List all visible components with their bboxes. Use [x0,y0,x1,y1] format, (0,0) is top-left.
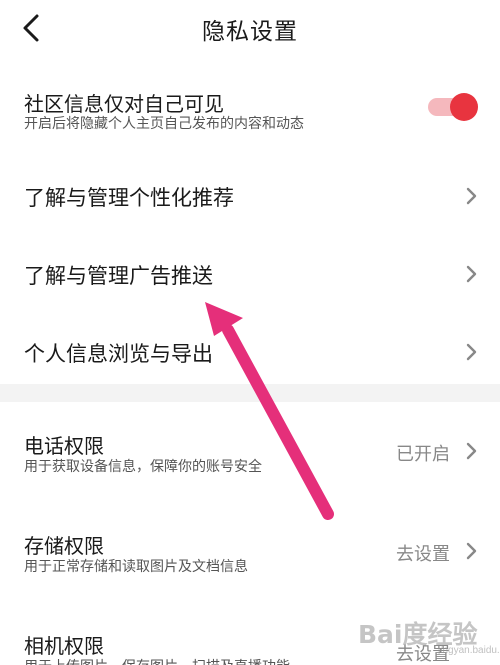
community-visibility-row[interactable]: 社区信息仅对自己可见 开启后将隐藏个人主页自己发布的内容和动态 [0,80,500,142]
header: 隐私设置 [0,0,500,56]
storage-permission-row[interactable]: 存储权限 用于正常存储和读取图片及文档信息 去设置 [0,520,500,584]
permission-subtitle: 用于上传图片、保存图片、扫描及直播功能 [24,656,290,665]
permission-title: 电话权限 [24,436,104,458]
ad-push-row[interactable]: 了解与管理广告推送 [0,244,500,304]
chevron-right-icon [466,265,477,283]
phone-permission-row[interactable]: 电话权限 用于获取设备信息，保障你的账号安全 已开启 [0,420,500,484]
toggle-knob [450,93,478,121]
row-label: 了解与管理广告推送 [24,265,213,288]
watermark-subtext: jingyan.baidu.com [438,645,500,656]
permission-subtitle: 用于获取设备信息，保障你的账号安全 [24,458,262,474]
chevron-right-icon [466,542,477,560]
permission-status: 去设置 [396,544,450,564]
community-visibility-subtitle: 开启后将隐藏个人主页自己发布的内容和动态 [24,115,304,131]
row-label: 个人信息浏览与导出 [24,343,213,366]
chevron-right-icon [466,187,477,205]
community-visibility-toggle[interactable] [426,92,480,122]
permission-title: 相机权限 [24,636,104,658]
personalized-recommendation-row[interactable]: 了解与管理个性化推荐 [0,166,500,226]
chevron-right-icon [466,343,477,361]
permission-subtitle: 用于正常存储和读取图片及文档信息 [24,558,248,574]
row-label: 了解与管理个性化推荐 [24,187,234,210]
watermark-logo: Bai度经验 jingyan.baidu.com [352,613,500,665]
page-title: 隐私设置 [202,18,298,44]
section-divider [0,384,500,402]
chevron-right-icon [466,442,477,460]
personal-info-export-row[interactable]: 个人信息浏览与导出 [0,322,500,382]
permission-status: 已开启 [396,444,450,464]
permission-title: 存储权限 [24,536,104,558]
